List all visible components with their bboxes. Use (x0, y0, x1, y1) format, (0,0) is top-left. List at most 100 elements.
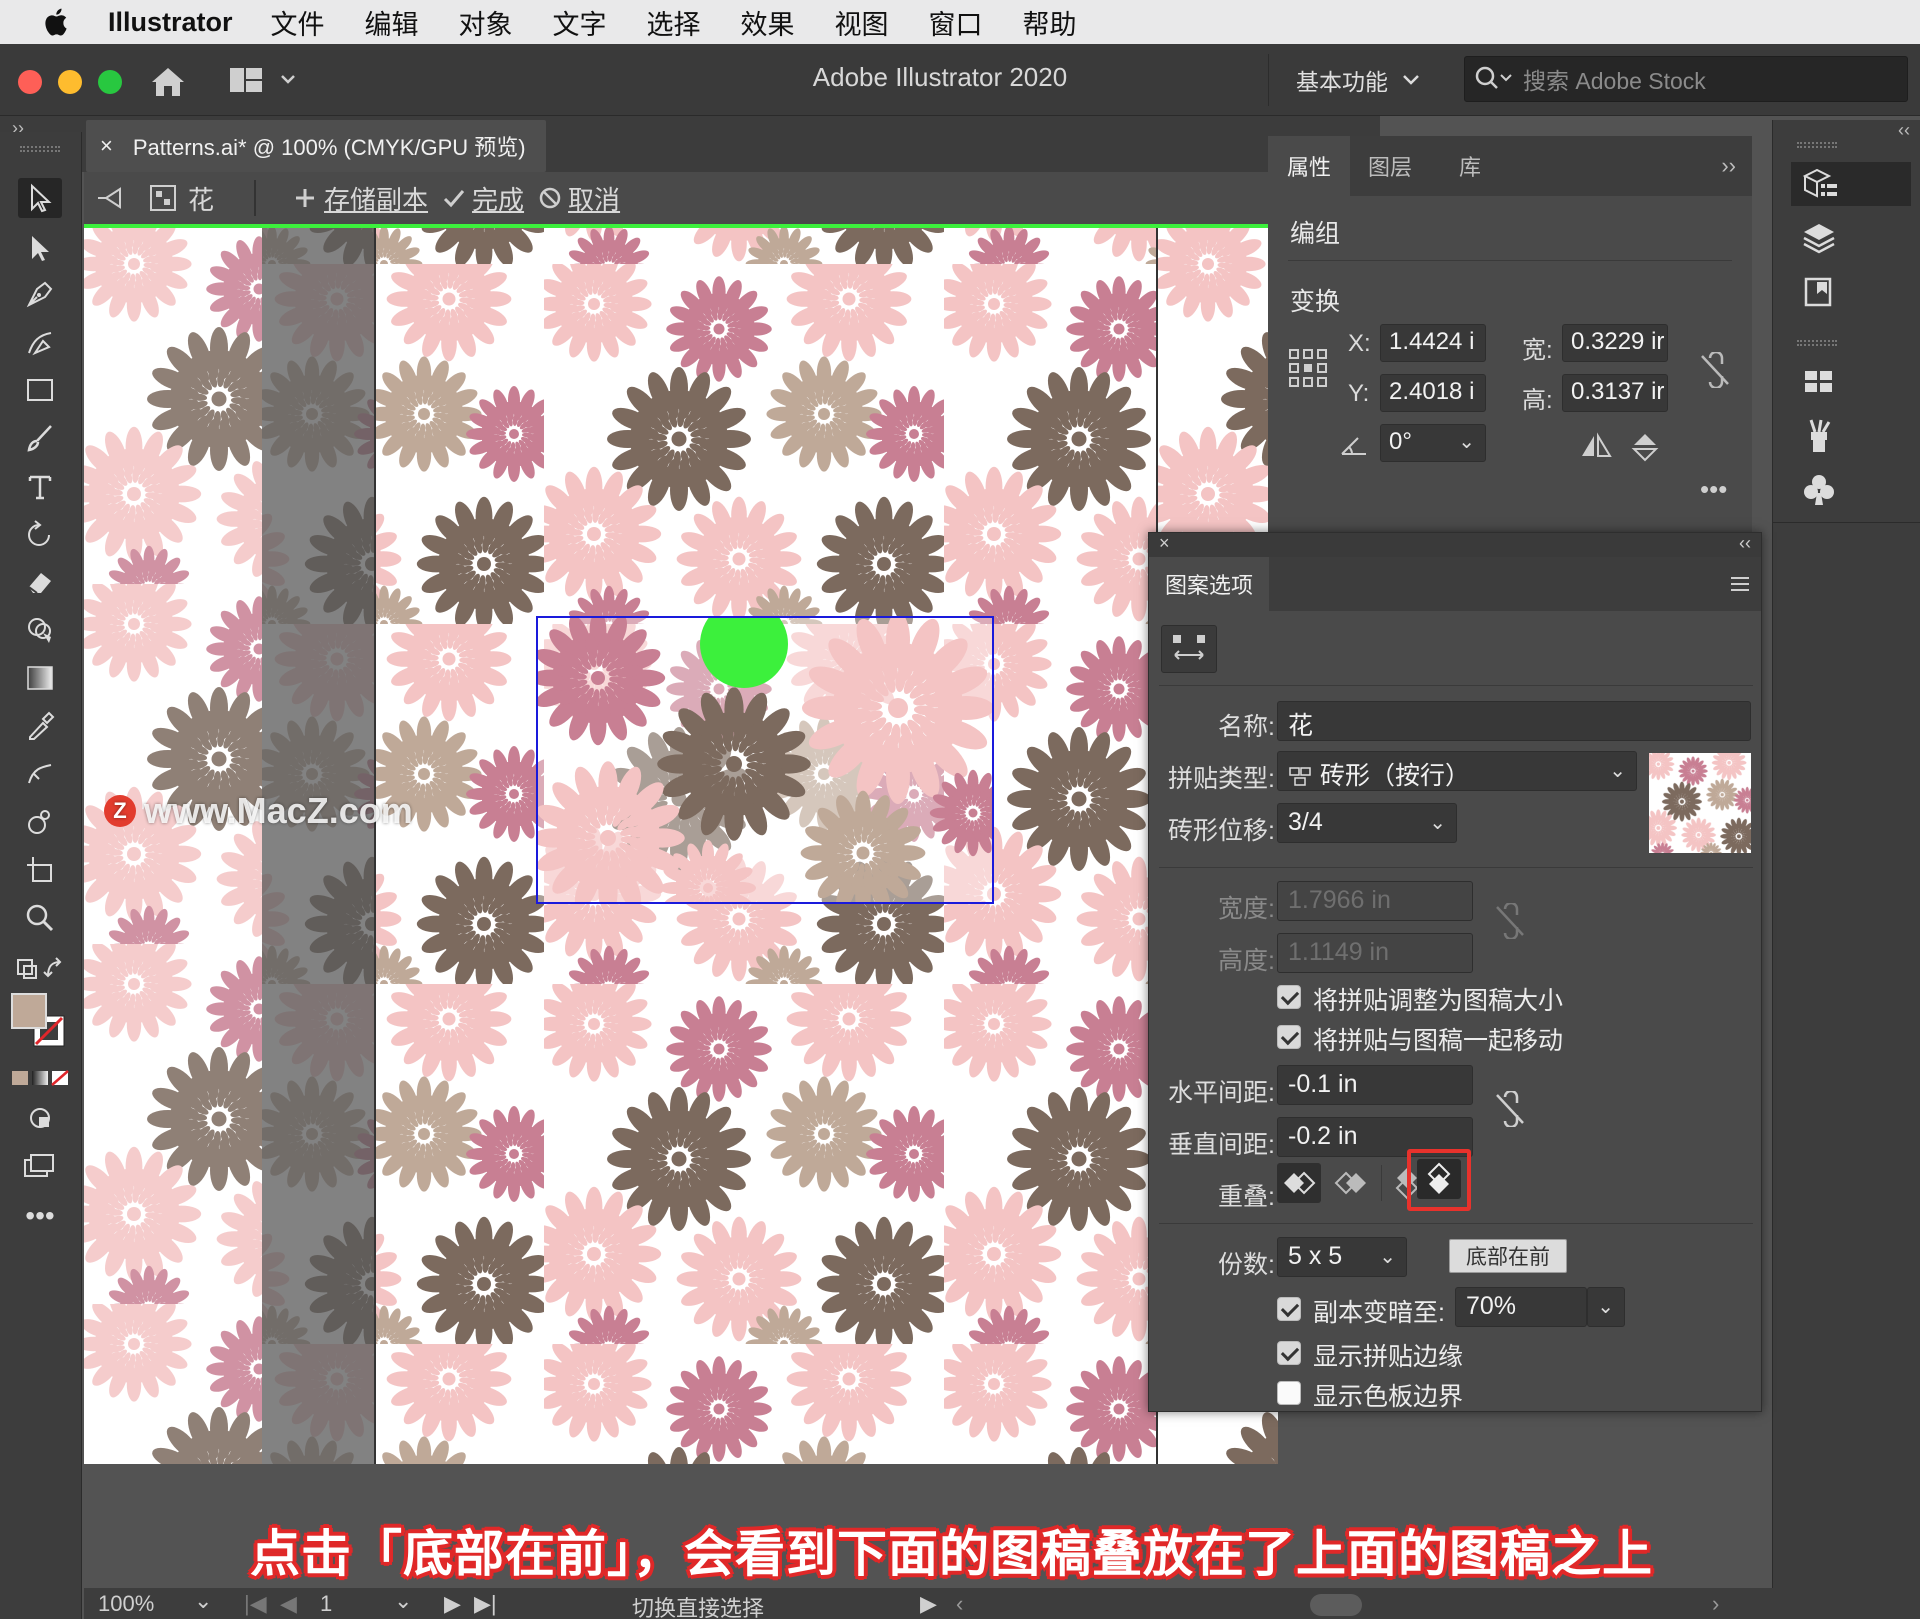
apple-icon[interactable] (40, 5, 74, 39)
panel-grip[interactable] (1797, 340, 1837, 346)
show-tile-edge-checkbox[interactable] (1277, 1341, 1301, 1365)
layers-panel-icon[interactable] (1791, 216, 1847, 260)
tab-libraries[interactable]: 库 (1430, 136, 1510, 196)
pattern-tile-tool-button[interactable] (1161, 625, 1217, 673)
previous-artboard-icon[interactable]: ◀ (280, 1591, 297, 1617)
tile-type-select[interactable]: 砖形（按行） ⌄ (1277, 751, 1637, 791)
chevron-down-icon[interactable]: ⌄ (194, 1588, 212, 1614)
brushes-panel-icon[interactable] (1791, 414, 1847, 458)
dim-copies-select[interactable]: 70% (1455, 1287, 1587, 1327)
selection-tool-icon[interactable] (18, 178, 62, 218)
draw-mode-icon[interactable] (18, 1098, 62, 1138)
zoom-level[interactable]: 100% (98, 1591, 154, 1617)
flip-vertical-icon[interactable] (1630, 432, 1660, 462)
eraser-tool-icon[interactable] (18, 562, 62, 602)
h-spacing-field[interactable]: -0.1 in (1277, 1065, 1473, 1105)
direct-selection-tool-icon[interactable] (18, 228, 62, 268)
minimize-window-button[interactable] (58, 70, 82, 94)
y-field[interactable]: 2.4018 i (1380, 374, 1486, 412)
move-tile-with-art-checkbox[interactable] (1277, 1025, 1301, 1049)
menu-type[interactable]: 文字 (553, 3, 607, 42)
show-swatch-bounds-checkbox[interactable] (1277, 1381, 1301, 1405)
dim-copies-checkbox[interactable] (1277, 1297, 1301, 1321)
gradient-tool-icon[interactable] (18, 658, 62, 698)
tab-properties[interactable]: 属性 (1268, 136, 1350, 196)
pen-tool-icon[interactable] (18, 274, 62, 314)
collapse-dock-icon[interactable]: ‹‹ (1898, 120, 1910, 141)
panel-expand-icon[interactable]: ›› (1721, 136, 1736, 196)
adobe-stock-search[interactable]: 搜索 Adobe Stock (1464, 56, 1908, 102)
size-tile-to-art-checkbox[interactable] (1277, 985, 1301, 1009)
menu-file[interactable]: 文件 (271, 3, 325, 42)
panel-menu-icon[interactable] (1729, 575, 1751, 593)
menu-effect[interactable]: 效果 (741, 3, 795, 42)
zoom-window-button[interactable] (98, 70, 122, 94)
brick-offset-select[interactable]: 3/4 ⌄ (1277, 803, 1457, 843)
next-artboard-icon[interactable]: ▶ (444, 1591, 461, 1617)
last-artboard-icon[interactable]: ▶| (474, 1591, 497, 1617)
menu-view[interactable]: 视图 (835, 3, 889, 42)
scroll-left-icon[interactable]: ‹ (956, 1591, 963, 1617)
tab-layers[interactable]: 图层 (1350, 136, 1430, 196)
workspace-switcher[interactable]: 基本功能 (1268, 60, 1448, 100)
tab-pattern-options[interactable]: 图案选项 (1149, 557, 1269, 611)
color-mode-buttons[interactable] (10, 1058, 70, 1098)
x-field[interactable]: 1.4424 i (1380, 324, 1486, 362)
symbol-sprayer-tool-icon[interactable] (18, 802, 62, 842)
edit-toolbar-icon[interactable]: ••• (18, 1196, 62, 1236)
menu-select[interactable]: 选择 (647, 3, 701, 42)
link-spacing-icon[interactable] (1493, 1091, 1527, 1127)
close-tab-icon[interactable]: × (100, 133, 113, 159)
artboard-tool-icon[interactable] (18, 850, 62, 890)
height-field[interactable]: 0.3137 ir (1562, 374, 1668, 412)
chevron-down-icon[interactable]: ⌄ (394, 1588, 412, 1614)
rotate-field[interactable]: 0° ⌄ (1380, 424, 1486, 462)
back-arrow-icon[interactable] (92, 183, 132, 213)
close-window-button[interactable] (18, 70, 42, 94)
pattern-tile-bounds[interactable] (536, 600, 994, 904)
blend-tool-icon[interactable] (18, 754, 62, 794)
home-icon[interactable] (148, 62, 188, 102)
constrain-proportions-icon[interactable] (1698, 352, 1732, 388)
fill-stroke-swatches[interactable] (10, 992, 70, 1052)
swap-fill-stroke-icon[interactable] (10, 950, 70, 990)
right-in-front-button[interactable] (1329, 1163, 1373, 1203)
reference-point-icon[interactable] (1288, 348, 1328, 388)
horizontal-scrollbar-thumb[interactable] (1310, 1594, 1362, 1616)
flip-horizontal-icon[interactable] (1580, 432, 1612, 460)
done-button[interactable]: 完成 (442, 180, 524, 217)
paintbrush-tool-icon[interactable] (18, 418, 62, 458)
shape-builder-tool-icon[interactable] (18, 610, 62, 650)
app-menu[interactable]: Illustrator (108, 7, 233, 38)
first-artboard-icon[interactable]: |◀ (244, 1591, 267, 1617)
left-in-front-button[interactable] (1277, 1163, 1321, 1203)
menu-object[interactable]: 对象 (459, 3, 513, 42)
menu-window[interactable]: 窗口 (929, 3, 983, 42)
dim-copies-dropdown-button[interactable]: ⌄ (1587, 1287, 1625, 1327)
type-tool-icon[interactable] (18, 466, 62, 506)
libraries-panel-icon[interactable] (1791, 270, 1847, 314)
menu-edit[interactable]: 编辑 (365, 3, 419, 42)
screen-mode-icon[interactable] (18, 1146, 62, 1186)
copies-select[interactable]: 5 x 5 ⌄ (1277, 1237, 1407, 1277)
artboard-number[interactable]: 1 (320, 1591, 332, 1617)
menu-help[interactable]: 帮助 (1023, 3, 1077, 42)
collapse-panel-icon[interactable]: ‹‹ (1739, 533, 1751, 554)
zoom-tool-icon[interactable] (18, 898, 62, 938)
document-tab[interactable]: × Patterns.ai* @ 100% (CMYK/GPU 预览) (86, 120, 546, 172)
scroll-right-icon[interactable]: › (1712, 1591, 1719, 1617)
panel-grip[interactable] (20, 146, 60, 152)
save-copy-button[interactable]: 存储副本 (294, 180, 428, 217)
eyedropper-tool-icon[interactable] (18, 706, 62, 746)
name-field[interactable]: 花 (1277, 701, 1751, 741)
rotate-tool-icon[interactable] (18, 514, 62, 554)
status-menu-icon[interactable]: ▶ (920, 1591, 937, 1617)
width-field[interactable]: 0.3229 ir (1562, 324, 1668, 362)
arrange-documents-icon[interactable] (228, 64, 298, 100)
properties-panel-icon[interactable] (1791, 162, 1911, 206)
cancel-button[interactable]: 取消 (538, 180, 620, 217)
curvature-tool-icon[interactable] (18, 322, 62, 362)
rectangle-tool-icon[interactable] (18, 370, 62, 410)
close-panel-icon[interactable]: × (1159, 533, 1170, 554)
swatches-panel-icon[interactable] (1791, 360, 1847, 404)
